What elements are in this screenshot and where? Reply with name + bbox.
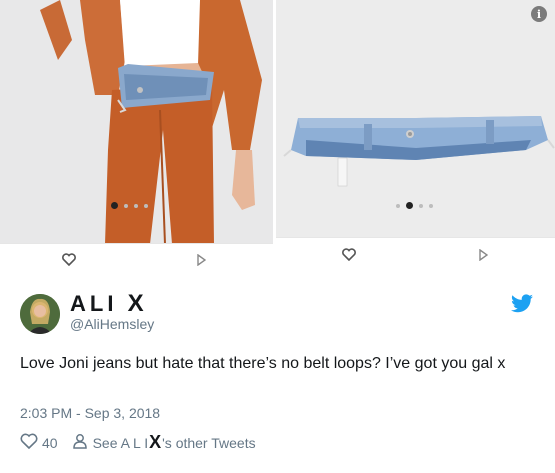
carousel-dot[interactable] [429,203,433,208]
carousel-dot[interactable] [396,203,400,208]
carousel-dot[interactable] [144,203,148,208]
display-name[interactable]: ALI X [70,290,144,318]
image-action-bar-left [0,243,273,277]
user-handle[interactable]: @AliHemsley [70,316,154,332]
carousel-dot[interactable] [134,203,138,208]
carousel-dot-active[interactable] [406,202,413,209]
heart-icon[interactable] [342,248,356,261]
heart-icon[interactable] [20,433,38,452]
like-count: 40 [42,434,58,451]
heart-icon[interactable] [62,253,76,266]
x-mark-glyph: X [127,290,144,317]
info-icon[interactable]: i [531,6,547,22]
play-icon[interactable] [478,249,488,261]
tweet-media: i [0,0,555,277]
carousel-dot[interactable] [124,203,128,208]
media-image-left[interactable] [0,0,273,277]
media-image-right[interactable]: i [276,0,555,277]
person-icon [72,433,88,452]
carousel-dots-right[interactable] [396,202,433,209]
carousel-dot[interactable] [419,203,423,208]
tweet-text: Love Joni jeans but hate that there’s no… [20,355,506,372]
see-other-suffix: 's other Tweets [162,434,256,451]
tweet-actions: 40 See A L I X 's other Tweets [20,432,256,453]
carousel-dot-active[interactable] [111,202,118,209]
see-other-prefix: See A L I [92,434,149,451]
image-action-bar-right [276,237,555,277]
x-mark-glyph: X [149,432,162,452]
avatar[interactable] [20,294,60,334]
carousel-dots-left[interactable] [111,202,148,209]
see-other-tweets-link[interactable]: See A L I X 's other Tweets [72,432,256,453]
tweet-timestamp[interactable]: 2:03 PM - Sep 3, 2018 [20,405,160,421]
twitter-bird-icon[interactable] [510,294,534,319]
play-icon[interactable] [196,254,206,266]
